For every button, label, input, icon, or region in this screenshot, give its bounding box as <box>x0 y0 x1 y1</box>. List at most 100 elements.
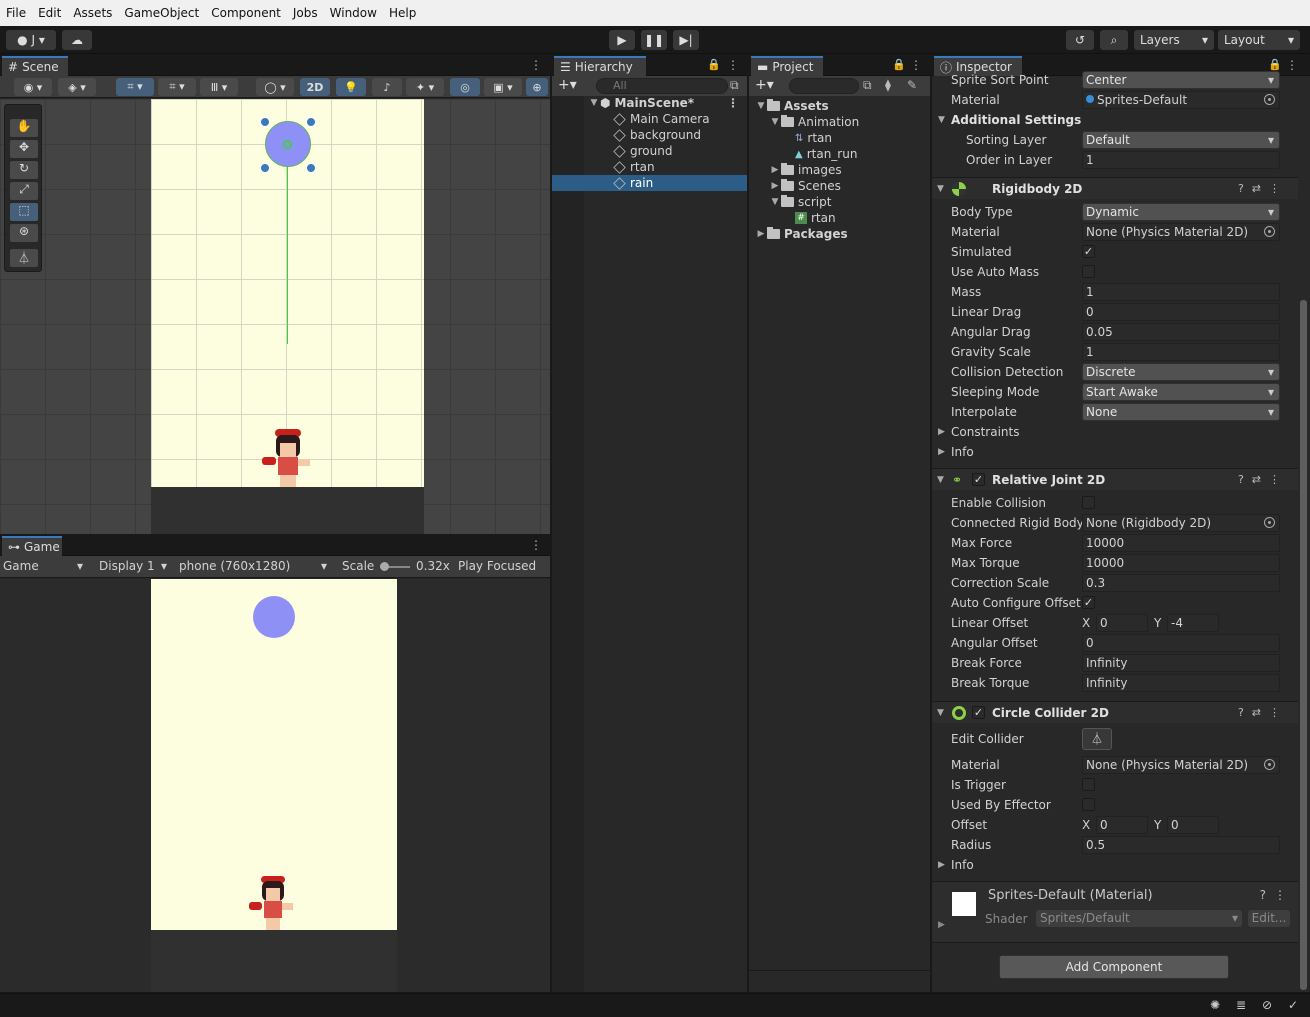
radius-field[interactable]: 0.5 <box>1082 836 1280 854</box>
simulated-checkbox[interactable]: ✓ <box>1082 245 1095 258</box>
hierarchy-item-selected[interactable]: rain <box>552 175 747 191</box>
break-torque-field[interactable]: Infinity <box>1082 674 1280 692</box>
add-icon[interactable]: +▾ <box>558 77 577 93</box>
hand-tool-icon[interactable]: ✋ <box>10 119 38 137</box>
debug-icon[interactable]: ✺ <box>1210 998 1220 1012</box>
object-picker-icon[interactable] <box>1264 759 1275 770</box>
foldout-arrow-icon[interactable]: ▼ <box>937 475 944 485</box>
scale-slider-thumb[interactable] <box>380 562 389 571</box>
progress-icon[interactable]: ⊘ <box>1262 998 1272 1012</box>
gizmo-icon[interactable]: ⊕ <box>526 78 548 96</box>
info-foldout[interactable]: Info <box>951 445 974 459</box>
draw-mode-dropdown[interactable]: ◉ ▾ <box>14 78 52 96</box>
sorting-layer-dropdown[interactable]: Default <box>1082 131 1280 149</box>
sleeping-mode-dropdown[interactable]: Start Awake <box>1082 383 1280 401</box>
interpolate-dropdown[interactable]: None <box>1082 403 1280 421</box>
max-torque-field[interactable]: 10000 <box>1082 554 1280 572</box>
circle-collider-2d-header[interactable]: ▼ ✓ Circle Collider 2D ?⇄⋮ <box>932 701 1298 723</box>
audio-icon[interactable]: ♪ <box>372 78 402 96</box>
menu-item-edit[interactable]: Edit <box>32 6 67 20</box>
filter-type-icon[interactable]: ⧉ <box>863 78 872 93</box>
connected-rigid-body-object-field[interactable]: None (Rigidbody 2D) <box>1082 514 1280 532</box>
rotate-tool-icon[interactable]: ↻ <box>10 161 38 179</box>
body-type-dropdown[interactable]: Dynamic <box>1082 203 1280 221</box>
sprite-sort-point-dropdown[interactable]: Center <box>1082 71 1280 89</box>
snap-dropdown[interactable]: ⌗ ▾ <box>158 78 196 96</box>
order-in-layer-field[interactable]: 1 <box>1082 151 1280 169</box>
info-foldout[interactable]: Info <box>951 858 974 872</box>
rigidbody-2d-header[interactable]: ▼ Rigidbody 2D ?⇄⋮ <box>932 177 1298 199</box>
linear-offset-y-field[interactable]: -4 <box>1167 614 1219 632</box>
pivot-icon[interactable] <box>283 140 292 149</box>
menu-item-window[interactable]: Window <box>324 6 383 20</box>
scale-slider[interactable] <box>380 562 410 571</box>
display-dropdown[interactable]: Display 1 ▾ <box>99 559 171 573</box>
component-enabled-checkbox[interactable]: ✓ <box>972 473 985 486</box>
move-tool-icon[interactable]: ✥ <box>10 140 38 158</box>
more-icon[interactable]: ⋮ <box>727 58 739 72</box>
light-icon[interactable]: 💡 <box>336 78 366 96</box>
play-button[interactable]: ▶ <box>609 30 635 50</box>
handle-tr[interactable] <box>306 117 316 127</box>
handle-br[interactable] <box>306 163 316 173</box>
sprite-material-field[interactable]: Sprites-Default <box>1082 91 1280 109</box>
visibility-icon[interactable]: ◎ <box>450 78 480 96</box>
break-force-field[interactable]: Infinity <box>1082 654 1280 672</box>
add-component-button[interactable]: Add Component <box>999 955 1229 979</box>
expand-arrow-icon[interactable]: ▼ <box>755 101 767 111</box>
menu-item-gameobject[interactable]: GameObject <box>118 6 205 20</box>
filter-label-icon[interactable]: ⧫ <box>885 78 891 92</box>
more-icon[interactable]: ⋮ <box>727 96 739 110</box>
project-item[interactable]: ▶ Packages <box>749 226 930 242</box>
resolution-dropdown[interactable]: phone (760x1280) ▾ <box>179 559 333 573</box>
linear-drag-field[interactable]: 0 <box>1082 303 1280 321</box>
increment-dropdown[interactable]: Ⅲ ▾ <box>200 78 238 96</box>
max-force-field[interactable]: 10000 <box>1082 534 1280 552</box>
effects-dropdown[interactable]: ✦ ▾ <box>406 78 444 96</box>
pause-button[interactable]: ❚❚ <box>641 30 667 50</box>
menu-item-file[interactable]: File <box>0 6 32 20</box>
play-focused-dropdown[interactable]: Play Focused <box>458 559 536 573</box>
ground-sprite[interactable] <box>151 487 424 534</box>
collision-detection-dropdown[interactable]: Discrete <box>1082 363 1280 381</box>
custom-tool-icon[interactable]: ⏃ <box>10 249 38 267</box>
add-icon[interactable]: +▾ <box>755 77 774 93</box>
scrollbar-thumb[interactable] <box>1300 300 1307 990</box>
project-item[interactable]: ▲ rtan_run <box>749 146 930 162</box>
game-viewport[interactable] <box>0 579 550 992</box>
menu-item-help[interactable]: Help <box>383 6 422 20</box>
tab-scene[interactable]: # Scene <box>2 56 68 76</box>
grid-snap-dropdown[interactable]: ⌗ ▾ <box>116 78 154 96</box>
project-item[interactable]: ▶ images <box>749 162 930 178</box>
edit-collider-button[interactable]: ⏃ <box>1082 728 1112 750</box>
hierarchy-item[interactable]: Main Camera <box>552 111 747 127</box>
foldout-arrow-icon[interactable]: ▼ <box>937 184 944 194</box>
foldout-arrow-icon[interactable]: ▶ <box>938 427 945 437</box>
scale-tool-icon[interactable]: ⤢ <box>10 182 38 200</box>
handle-tl[interactable] <box>260 117 270 127</box>
additional-settings-header[interactable]: Additional Settings <box>951 113 1081 127</box>
lock-icon[interactable]: 🔒 <box>892 58 906 71</box>
component-menu-icons[interactable]: ?⇄⋮ <box>1238 182 1288 195</box>
handle-bl[interactable] <box>260 163 270 173</box>
search-icon[interactable]: ⌕ <box>1100 30 1128 50</box>
foldout-arrow-icon[interactable]: ▶ <box>938 447 945 457</box>
constraints-foldout[interactable]: Constraints <box>951 425 1019 439</box>
camera-dropdown[interactable]: ▣ ▾ <box>484 78 522 96</box>
foldout-arrow-icon[interactable]: ▶ <box>938 920 945 930</box>
enable-collision-checkbox[interactable] <box>1082 496 1095 509</box>
history-icon[interactable]: ↺ <box>1066 30 1094 50</box>
project-item[interactable]: ▼ Animation <box>749 114 930 130</box>
component-menu-icons[interactable]: ?⇄⋮ <box>1238 706 1288 719</box>
menu-item-component[interactable]: Component <box>205 6 287 20</box>
object-picker-icon[interactable] <box>1264 517 1275 528</box>
foldout-arrow-icon[interactable]: ▼ <box>938 115 945 125</box>
project-item[interactable]: ▶ Scenes <box>749 178 930 194</box>
tab-project[interactable]: ▬ Project <box>751 56 823 76</box>
expand-arrow-icon[interactable]: ▶ <box>769 165 781 175</box>
material-menu-icons[interactable]: ?⋮ <box>1260 888 1294 902</box>
view-options-dropdown[interactable]: ◯ ▾ <box>256 78 294 96</box>
check-icon[interactable]: ✓ <box>1288 998 1298 1012</box>
component-enabled-checkbox[interactable]: ✓ <box>972 706 985 719</box>
scene-row[interactable]: ▼ ⬢ MainScene* ⋮ <box>552 95 747 111</box>
